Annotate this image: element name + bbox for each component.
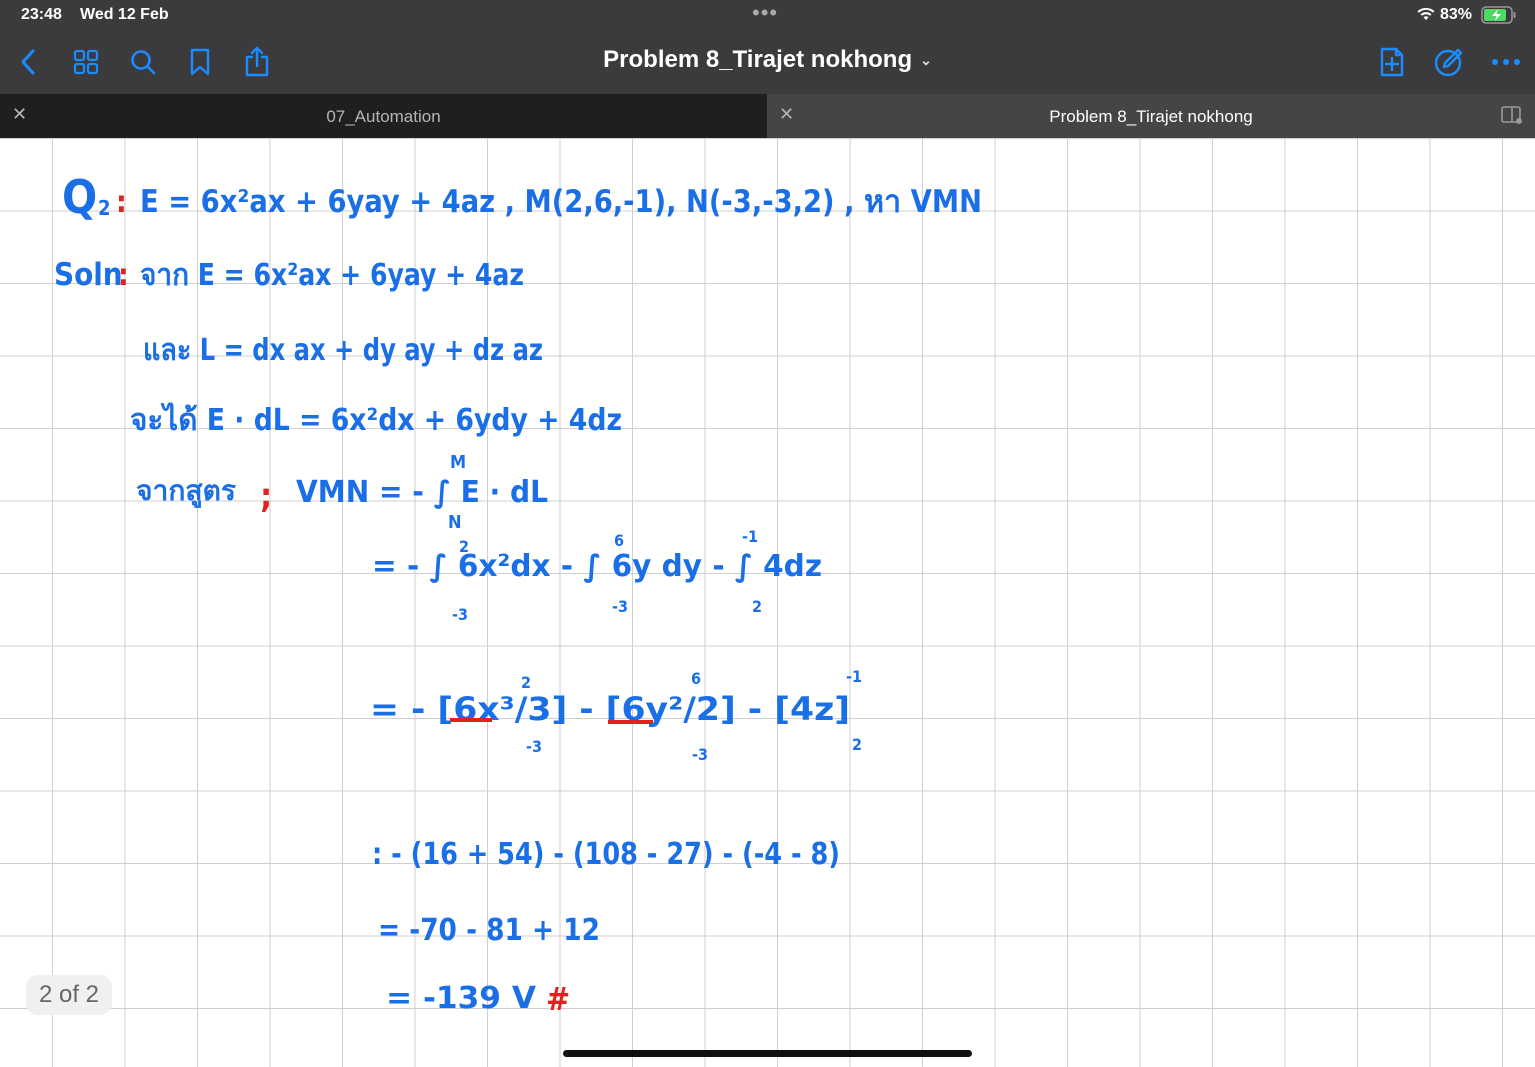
result-end-mark: # xyxy=(546,980,570,1018)
substitution-line: : - (16 + 54) - (108 - 27) - (-4 - 8) xyxy=(372,837,840,872)
simplified-line: = -70 - 81 + 12 xyxy=(378,913,600,948)
formula-semicolon: ; xyxy=(260,476,272,516)
wifi-icon xyxy=(1417,7,1435,20)
split-view-icon[interactable] xyxy=(1501,105,1523,125)
soln-line-2: และ L = dx ax + dy ay + dz az xyxy=(143,333,543,368)
bracket-lower-3: 2 xyxy=(852,735,862,754)
tab-label[interactable]: Problem 8_Tirajet nokhong xyxy=(767,107,1535,127)
question-number: 2 xyxy=(98,196,111,220)
soln-colon: : xyxy=(118,258,129,293)
pencil-icon[interactable] xyxy=(1433,44,1465,80)
limit-upper-3: -1 xyxy=(742,527,758,546)
formula-lower-limit: N xyxy=(448,512,462,533)
page-indicator: 2 of 2 xyxy=(26,975,112,1015)
bracket-upper-1: 2 xyxy=(521,673,531,692)
multitasking-dots-icon[interactable]: ••• xyxy=(752,0,778,26)
question-colon: : xyxy=(116,185,127,220)
status-time: 23:48 xyxy=(21,6,62,23)
add-page-icon[interactable] xyxy=(1376,44,1408,80)
bracket-upper-3: -1 xyxy=(846,667,862,686)
limit-lower-2: -3 xyxy=(612,597,628,616)
formula-vmn: VMN = - ∫ E · dL xyxy=(296,475,548,510)
integral-expansion: = - ∫ 6x²dx - ∫ 6y dy - ∫ 4dz xyxy=(372,549,822,584)
home-indicator[interactable] xyxy=(563,1050,972,1057)
limit-upper-1: 2 xyxy=(459,537,469,556)
battery-percentage: 83% xyxy=(1440,6,1473,23)
result-line: = -139 V xyxy=(386,981,536,1016)
tab-problem-8[interactable]: ✕ Problem 8_Tirajet nokhong xyxy=(767,94,1535,138)
tab-automation[interactable]: ✕ 07_Automation xyxy=(0,94,767,138)
chevron-down-icon[interactable]: ⌄ xyxy=(920,52,932,68)
formula-heading: จากสูตร xyxy=(136,474,236,508)
tab-label[interactable]: 07_Automation xyxy=(0,107,767,127)
bracket-lower-1: -3 xyxy=(526,737,542,756)
limit-upper-2: 6 xyxy=(614,531,624,550)
limit-lower-1: -3 xyxy=(452,605,468,624)
formula-upper-limit: M xyxy=(450,452,466,473)
document-title-menu[interactable]: Problem 8_Tirajet nokhong ⌄ xyxy=(0,46,1535,74)
soln-line-1: จาก E = 6x²ax + 6yay + 4az xyxy=(140,258,524,293)
soln-label: Soln xyxy=(54,257,123,293)
limit-lower-3: 2 xyxy=(752,597,762,616)
document-title[interactable]: Problem 8_Tirajet nokhong xyxy=(603,46,912,73)
bracket-upper-2: 6 xyxy=(691,669,701,688)
cancel-underline-2 xyxy=(608,720,653,724)
note-page[interactable]: Q 2 : E = 6x²ax + 6yay + 4az , M(2,6,-1)… xyxy=(0,138,1535,1067)
cancel-underline-1 xyxy=(450,718,492,722)
question-text: E = 6x²ax + 6yay + 4az , M(2,6,-1), N(-3… xyxy=(140,184,982,220)
status-date: Wed 12 Feb xyxy=(80,6,169,23)
more-icon[interactable] xyxy=(1490,44,1522,80)
question-label: Q xyxy=(62,170,97,224)
bracket-lower-2: -3 xyxy=(692,745,708,764)
top-bar: 23:48 Wed 12 Feb ••• 83% Problem 8_Tiraj… xyxy=(0,0,1535,94)
battery-charging-icon xyxy=(1481,6,1516,24)
handwritten-notes: Q 2 : E = 6x²ax + 6yay + 4az , M(2,6,-1)… xyxy=(54,170,982,1018)
tab-bar: ✕ 07_Automation ✕ Problem 8_Tirajet nokh… xyxy=(0,94,1535,138)
soln-line-3: จะได้ E · dL = 6x²dx + 6ydy + 4dz xyxy=(130,402,622,438)
